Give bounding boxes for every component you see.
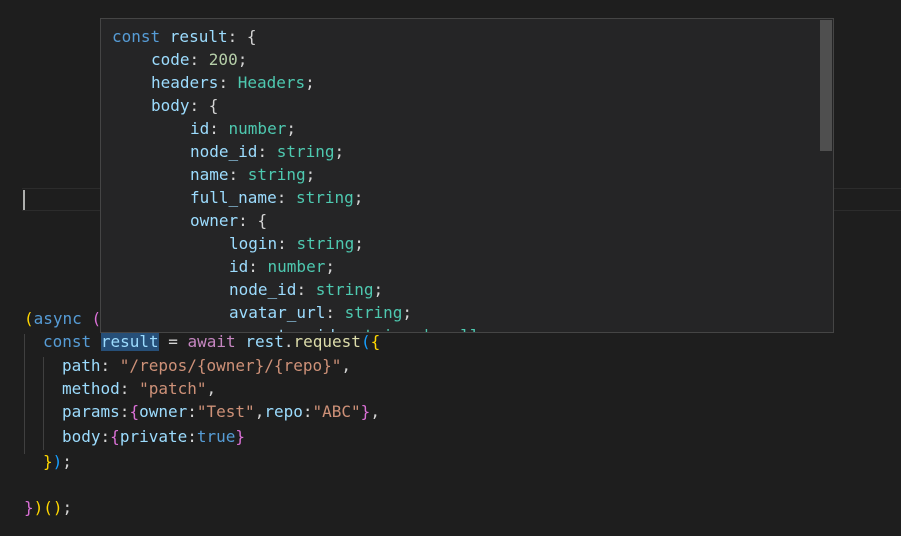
hover-line: code: 200; xyxy=(151,50,248,69)
code-line-params[interactable]: params:{owner:"Test",repo:"ABC"}, xyxy=(62,400,380,423)
indent-guide xyxy=(43,357,44,450)
code-line-const-result[interactable]: const result = await rest.request({ xyxy=(43,330,380,353)
indent-guide xyxy=(24,334,25,454)
hover-scrollbar[interactable] xyxy=(819,19,833,332)
result-identifier: result xyxy=(100,332,159,351)
type-hover-popup[interactable]: const result: { code: 200; headers: Header… xyxy=(100,18,834,333)
code-line-body[interactable]: body:{private:true} xyxy=(62,425,245,448)
hover-line: id: number; xyxy=(190,119,296,138)
hover-scrollbar-thumb[interactable] xyxy=(820,20,832,151)
hover-line: body: { xyxy=(151,96,219,115)
code-line-method[interactable]: method: "patch", xyxy=(62,377,216,400)
hover-line: node_id: string; xyxy=(229,280,384,299)
text-cursor xyxy=(23,190,25,210)
code-line-close-async[interactable]: })(); xyxy=(24,496,72,519)
hover-line: avatar_url: string; xyxy=(229,303,413,322)
hover-line: name: string; xyxy=(190,165,316,184)
hover-line: headers: Headers; xyxy=(151,73,315,92)
hover-line: const result: { xyxy=(112,27,257,46)
hover-line: login: string; xyxy=(229,234,364,253)
hover-line: node_id: string; xyxy=(190,142,345,161)
code-line-close-request[interactable]: }); xyxy=(43,450,72,473)
hover-line: owner: { xyxy=(190,211,268,230)
code-line-async[interactable]: (async ( xyxy=(24,307,101,330)
code-line-path[interactable]: path: "/repos/{owner}/{repo}", xyxy=(62,354,351,377)
hover-line: gravatar_id: string | null; xyxy=(229,324,489,332)
hover-line: id: number; xyxy=(229,257,335,276)
hover-line: full_name: string; xyxy=(190,188,364,207)
